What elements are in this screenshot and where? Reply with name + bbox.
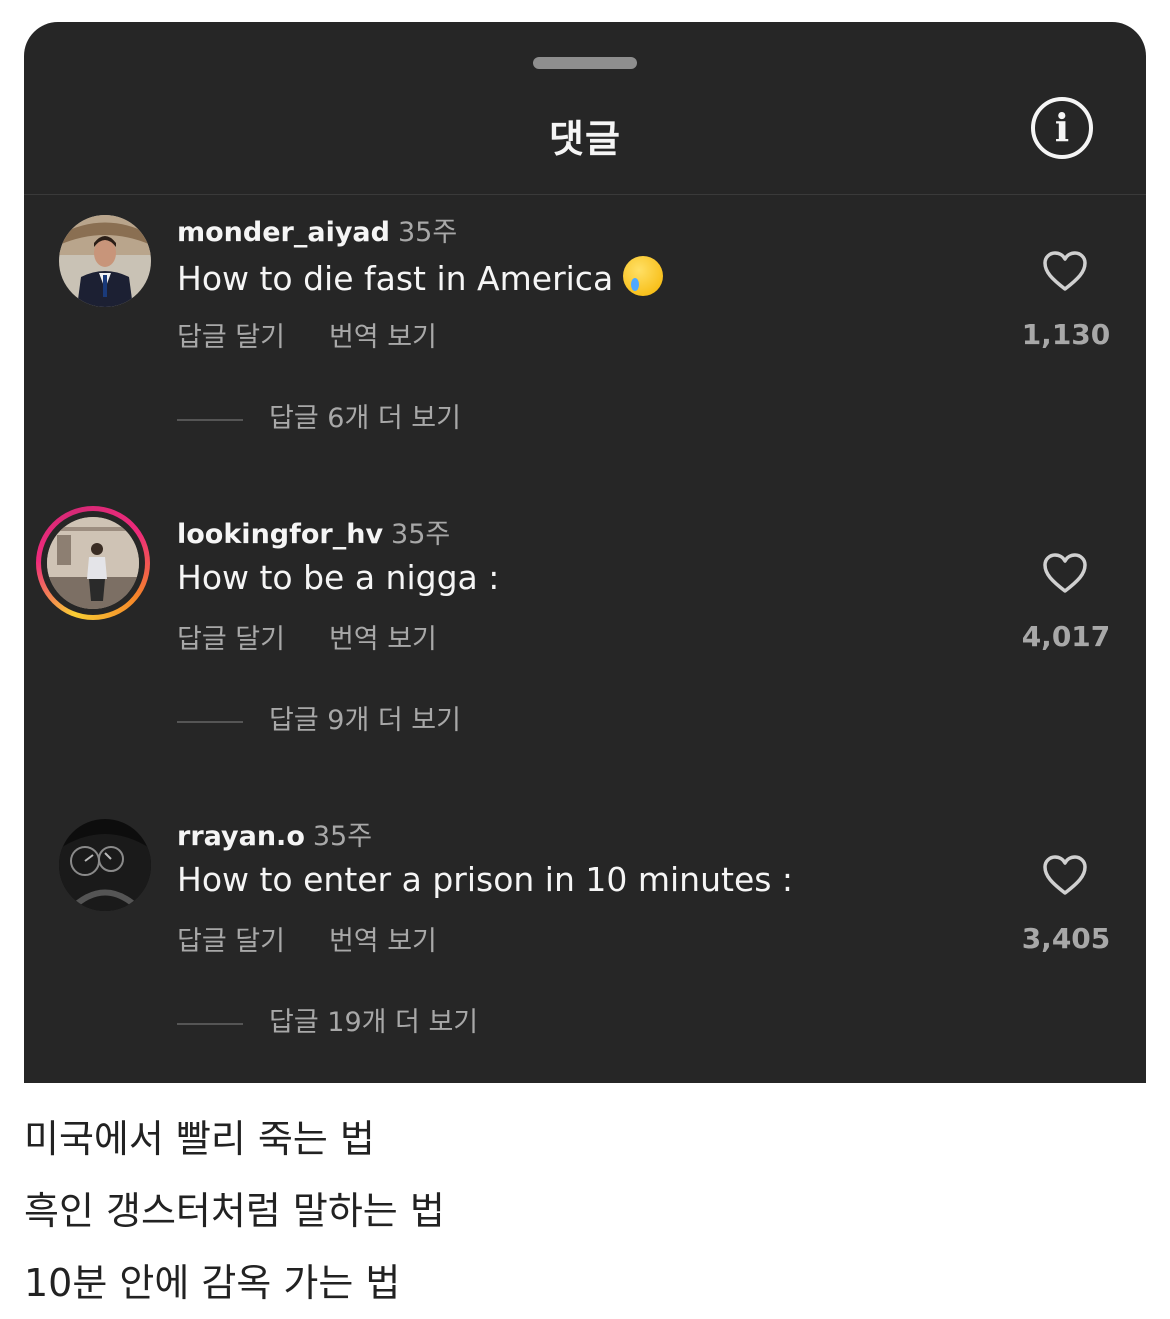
comments-sheet: 댓글 i monder_aiyad 35주 How to die fast in … [24, 22, 1146, 1083]
header-divider [24, 194, 1146, 195]
comment-item: lookingfor_hv 35주 How to be a nigga : 답글 … [24, 506, 1146, 822]
view-more-replies-button[interactable]: 답글 6개 더 보기 [177, 396, 461, 435]
comment-username[interactable]: lookingfor_hv 35주 [177, 512, 450, 551]
story-ring[interactable] [36, 506, 150, 620]
comment-actions: 답글 달기 번역 보기 [177, 919, 437, 958]
comment-item: rrayan.o 35주 How to enter a prison in 10 … [24, 819, 1146, 1083]
reply-button[interactable]: 답글 달기 [177, 322, 285, 353]
comment-text: How to be a nigga : [177, 558, 500, 597]
sheet-title: 댓글 [549, 117, 621, 161]
comment-actions: 답글 달기 번역 보기 [177, 315, 437, 354]
comment-time: 35주 [391, 519, 451, 550]
like-count: 4,017 [1021, 620, 1111, 653]
caption-line: 10분 안에 감옥 가는 법 [24, 1261, 401, 1305]
heart-icon[interactable] [1042, 552, 1088, 594]
replies-line [177, 720, 243, 723]
caption-line: 미국에서 빨리 죽는 법 [24, 1117, 375, 1161]
comment-time: 35주 [397, 217, 458, 248]
caption-line: 흑인 갱스터처럼 말하는 법 [24, 1189, 445, 1233]
avatar[interactable] [59, 215, 151, 307]
replies-line [177, 418, 243, 421]
replies-line [177, 1022, 243, 1025]
reply-button[interactable]: 답글 달기 [177, 926, 285, 957]
comment-actions: 답글 달기 번역 보기 [177, 617, 437, 656]
reply-button[interactable]: 답글 달기 [177, 624, 285, 655]
comment-username[interactable]: rrayan.o 35주 [177, 814, 372, 853]
like-count: 3,405 [1021, 922, 1111, 955]
comment-text: How to die fast in America [177, 256, 664, 298]
comment-time: 35주 [312, 821, 373, 852]
drag-handle[interactable] [533, 57, 637, 69]
face-holding-back-tears-icon [623, 256, 664, 296]
view-more-replies-button[interactable]: 답글 19개 더 보기 [177, 1000, 478, 1039]
avatar [47, 517, 139, 609]
translate-button[interactable]: 번역 보기 [329, 926, 437, 957]
info-icon[interactable]: i [1031, 97, 1093, 159]
heart-icon[interactable] [1042, 854, 1088, 896]
avatar[interactable] [59, 819, 151, 911]
heart-icon[interactable] [1042, 250, 1088, 292]
translate-button[interactable]: 번역 보기 [329, 322, 437, 353]
comment-item: monder_aiyad 35주 How to die fast in Ameri… [24, 215, 1146, 520]
view-more-replies-button[interactable]: 답글 9개 더 보기 [177, 698, 461, 737]
translate-button[interactable]: 번역 보기 [329, 624, 437, 655]
like-count: 1,130 [1021, 318, 1111, 351]
comment-text: How to enter a prison in 10 minutes : [177, 860, 794, 899]
comment-username[interactable]: monder_aiyad 35주 [177, 210, 457, 249]
